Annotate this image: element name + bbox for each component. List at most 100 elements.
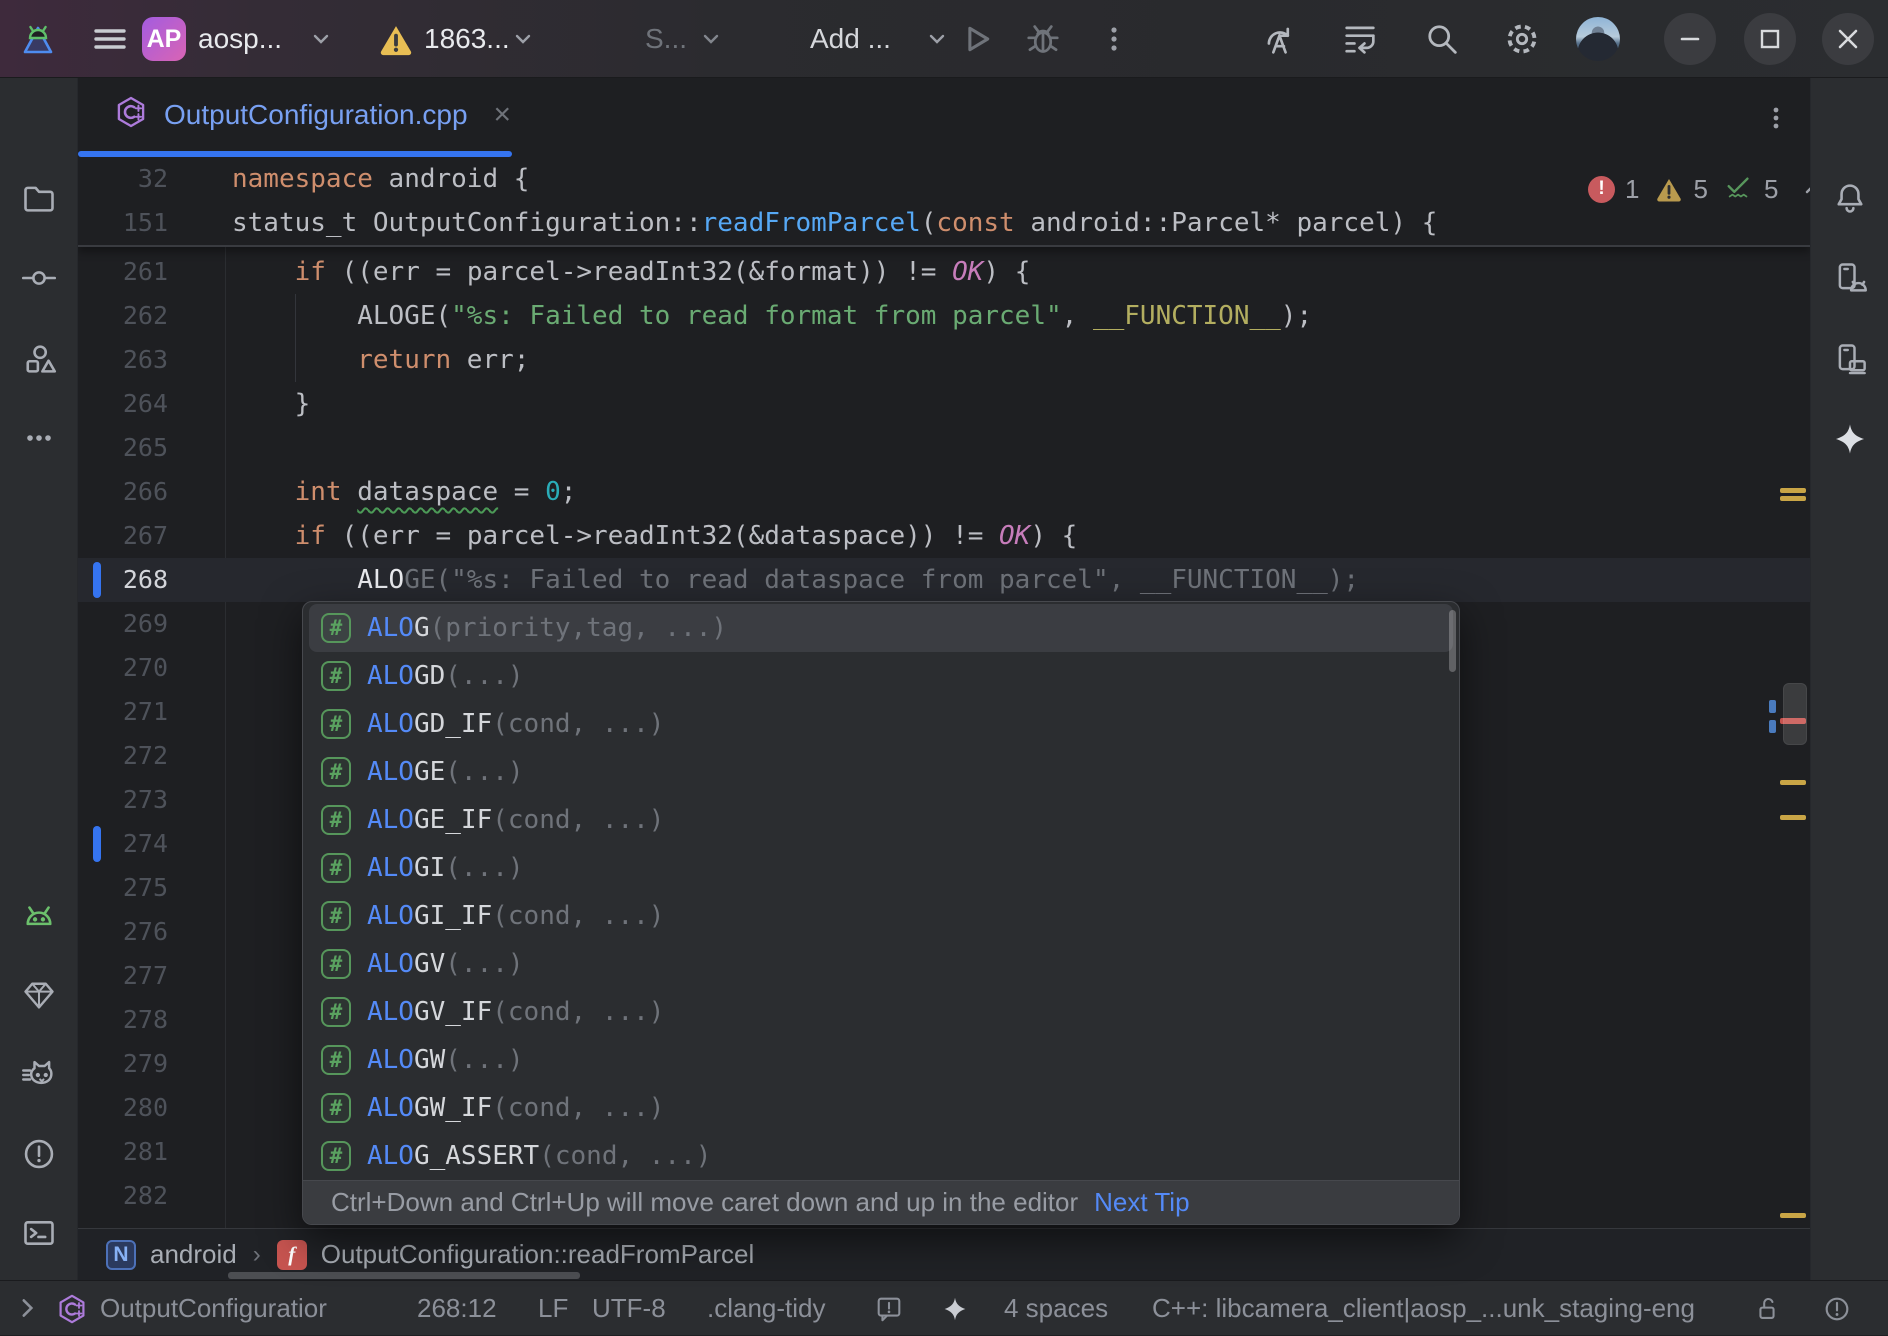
toolchain-widget[interactable]: C++: libcamera_client|aosp_...unk_stagin… xyxy=(1152,1281,1695,1336)
project-selector[interactable]: aosp... xyxy=(198,0,282,78)
structure-shapes-icon[interactable] xyxy=(21,341,57,377)
logcat-android-icon[interactable] xyxy=(21,898,57,934)
completion-item[interactable]: #ALOGD(...) xyxy=(309,652,1453,700)
readability-bubble-icon[interactable] xyxy=(874,1294,904,1324)
line-number[interactable]: 268 xyxy=(78,558,168,602)
statusbar-error-circle-icon[interactable] xyxy=(1822,1294,1852,1324)
code-text: status_t OutputConfiguration::readFromPa… xyxy=(232,201,1437,245)
completion-item[interactable]: #ALOGD_IF(cond, ...) xyxy=(309,700,1453,748)
line-number[interactable]: 270 xyxy=(78,646,168,690)
line-number[interactable]: 264 xyxy=(78,382,168,426)
line-number[interactable]: 280 xyxy=(78,1086,168,1130)
prev-problem-chevron-up-icon[interactable] xyxy=(1802,177,1810,201)
completion-item[interactable]: #ALOG(priority,tag, ...) xyxy=(309,604,1453,652)
user-avatar[interactable] xyxy=(1576,17,1620,61)
line-number[interactable]: 261 xyxy=(78,250,168,294)
window-maximize-button[interactable] xyxy=(1744,13,1796,65)
linter-widget[interactable]: .clang-tidy xyxy=(707,1281,826,1336)
profiler-cat-icon[interactable] xyxy=(21,1057,57,1093)
device-manager-icon[interactable] xyxy=(1832,260,1868,296)
line-number[interactable]: 151 xyxy=(78,201,168,245)
window-close-button[interactable] xyxy=(1822,13,1874,65)
project-chevron-down-icon[interactable] xyxy=(312,0,330,78)
commit-icon[interactable] xyxy=(21,260,57,296)
problems-icon[interactable] xyxy=(21,1136,57,1172)
recent-locations-icon[interactable] xyxy=(1340,0,1380,78)
branch-chevron-down-icon[interactable] xyxy=(514,0,532,78)
line-number[interactable]: 265 xyxy=(78,426,168,470)
vcs-branch-selector[interactable]: 1863... xyxy=(424,0,510,78)
line-number[interactable]: 272 xyxy=(78,734,168,778)
completion-item[interactable]: #ALOGE(...) xyxy=(309,748,1453,796)
matched-prefix: ALO xyxy=(367,1045,414,1075)
device-selector[interactable]: S... xyxy=(645,0,687,78)
run-button-play-icon[interactable] xyxy=(958,0,996,78)
line-separator[interactable]: LF xyxy=(538,1281,568,1336)
completion-item[interactable]: #ALOGW_IF(cond, ...) xyxy=(309,1084,1453,1132)
main-menu-hamburger-icon[interactable] xyxy=(92,0,128,78)
line-number[interactable]: 282 xyxy=(78,1174,168,1218)
passed-checks-icon xyxy=(1724,174,1754,204)
horizontal-scrollbar[interactable] xyxy=(228,1272,580,1279)
statusbar-file-widget[interactable]: OutputConfiguratior xyxy=(100,1281,327,1336)
line-number[interactable]: 275 xyxy=(78,866,168,910)
line-number[interactable]: 277 xyxy=(78,954,168,998)
line-number[interactable]: 271 xyxy=(78,690,168,734)
run-config-chevron-down-icon[interactable] xyxy=(928,0,946,78)
completion-item[interactable]: #ALOGV(...) xyxy=(309,940,1453,988)
app-quality-insights-diamond-icon[interactable] xyxy=(21,977,57,1013)
completion-item[interactable]: #ALOGE_IF(cond, ...) xyxy=(309,796,1453,844)
line-number[interactable]: 274 xyxy=(78,822,168,866)
completion-item[interactable]: #ALOGI_IF(cond, ...) xyxy=(309,892,1453,940)
line-number[interactable]: 273 xyxy=(78,778,168,822)
tab-options-kebab-icon[interactable] xyxy=(1758,100,1794,136)
more-actions-kebab-icon[interactable] xyxy=(1096,0,1132,78)
line-number[interactable]: 281 xyxy=(78,1130,168,1174)
gemini-sparkle-icon[interactable] xyxy=(1832,421,1868,457)
name-rest: GE_IF xyxy=(414,805,492,835)
window-minimize-button[interactable] xyxy=(1664,13,1716,65)
tab-outputconfiguration-cpp[interactable]: OutputConfiguration.cpp × xyxy=(78,78,511,151)
breadcrumb-function[interactable]: OutputConfiguration::readFromParcel xyxy=(321,1239,755,1270)
terminal-icon[interactable] xyxy=(21,1215,57,1251)
device-chevron-down-icon[interactable] xyxy=(702,0,720,78)
next-tip-link[interactable]: Next Tip xyxy=(1094,1187,1189,1218)
running-devices-icon[interactable] xyxy=(1832,341,1868,377)
tab-close-icon[interactable]: × xyxy=(494,100,512,130)
project-badge[interactable]: AP xyxy=(142,17,186,61)
line-number[interactable]: 269 xyxy=(78,602,168,646)
line-number[interactable]: 263 xyxy=(78,338,168,382)
code-token: , xyxy=(1062,301,1093,331)
line-number[interactable]: 276 xyxy=(78,910,168,954)
run-configuration-selector[interactable]: Add ... xyxy=(810,0,891,78)
settings-gear-icon[interactable] xyxy=(1502,0,1542,78)
caret-position[interactable]: 268:12 xyxy=(417,1281,497,1336)
unlocked-padlock-icon[interactable] xyxy=(1752,1294,1782,1324)
completion-scrollbar-thumb[interactable] xyxy=(1449,610,1456,672)
line-number[interactable]: 32 xyxy=(78,157,168,201)
indent-widget[interactable]: 4 spaces xyxy=(1004,1281,1108,1336)
completion-item[interactable]: #ALOGI(...) xyxy=(309,844,1453,892)
ai-rename-refactor-icon[interactable] xyxy=(1260,0,1300,78)
line-number[interactable]: 278 xyxy=(78,998,168,1042)
vertical-scrollbar-thumb[interactable] xyxy=(1783,683,1807,745)
macro-hash-icon: # xyxy=(321,1141,351,1171)
debug-button-bug-icon[interactable] xyxy=(1024,0,1062,78)
line-number[interactable]: 262 xyxy=(78,294,168,338)
inspection-widget[interactable]: ! 1 5 5 xyxy=(1588,167,1810,211)
file-encoding[interactable]: UTF-8 xyxy=(592,1281,666,1336)
line-number[interactable]: 266 xyxy=(78,470,168,514)
code-token: android::Parcel* parcel) { xyxy=(1015,208,1438,238)
completion-item[interactable]: #ALOGW(...) xyxy=(309,1036,1453,1084)
search-everywhere-icon[interactable] xyxy=(1422,0,1462,78)
line-number[interactable]: 267 xyxy=(78,514,168,558)
completion-item[interactable]: #ALOGV_IF(cond, ...) xyxy=(309,988,1453,1036)
more-tool-windows-icon[interactable] xyxy=(21,420,57,456)
line-number[interactable]: 279 xyxy=(78,1042,168,1086)
ai-sparkle-icon[interactable] xyxy=(940,1294,970,1324)
completion-item[interactable]: #ALOG_ASSERT(cond, ...) xyxy=(309,1132,1453,1180)
statusbar-expand-chevron-icon[interactable] xyxy=(14,1295,40,1321)
project-folder-icon[interactable] xyxy=(21,180,57,216)
notifications-bell-icon[interactable] xyxy=(1832,180,1868,216)
breadcrumb-namespace[interactable]: android xyxy=(150,1239,237,1270)
